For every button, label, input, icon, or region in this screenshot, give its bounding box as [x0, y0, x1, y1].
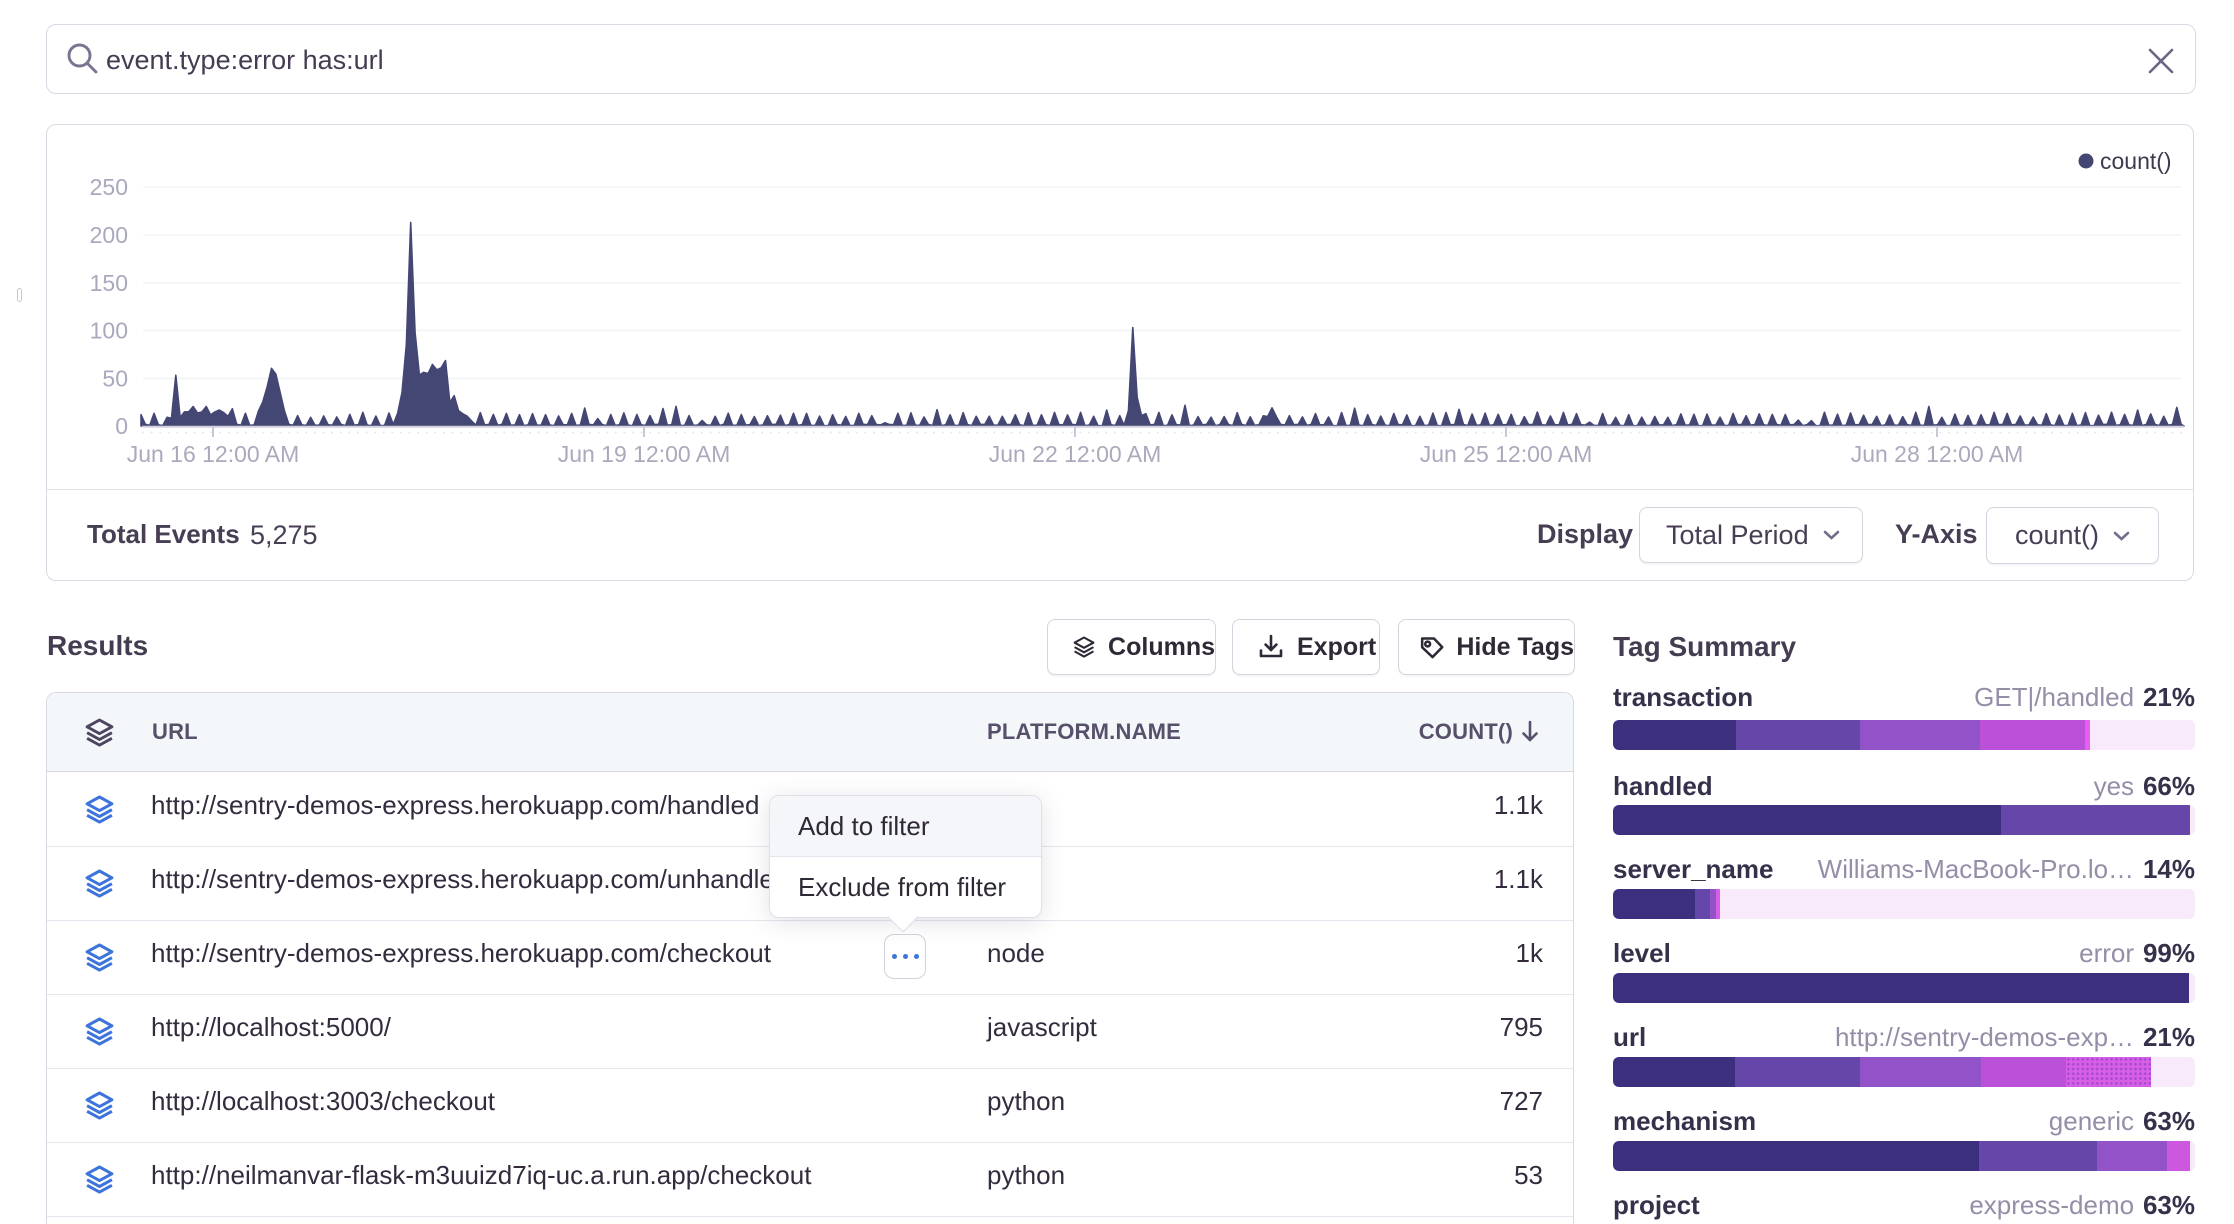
svg-text:Jun 28 12:00 AM: Jun 28 12:00 AM	[1851, 441, 2024, 467]
svg-text:count(): count()	[2100, 148, 2172, 174]
svg-text:100: 100	[90, 318, 128, 344]
svg-text:250: 250	[90, 174, 128, 200]
svg-text:50: 50	[102, 365, 128, 391]
svg-text:Jun 25 12:00 AM: Jun 25 12:00 AM	[1420, 441, 1593, 467]
svg-text:200: 200	[90, 222, 128, 248]
svg-text:Jun 19 12:00 AM: Jun 19 12:00 AM	[558, 441, 731, 467]
svg-text:0: 0	[115, 413, 128, 439]
svg-text:Jun 16 12:00 AM: Jun 16 12:00 AM	[127, 441, 300, 467]
svg-text:150: 150	[90, 270, 128, 296]
svg-text:Jun 22 12:00 AM: Jun 22 12:00 AM	[989, 441, 1162, 467]
